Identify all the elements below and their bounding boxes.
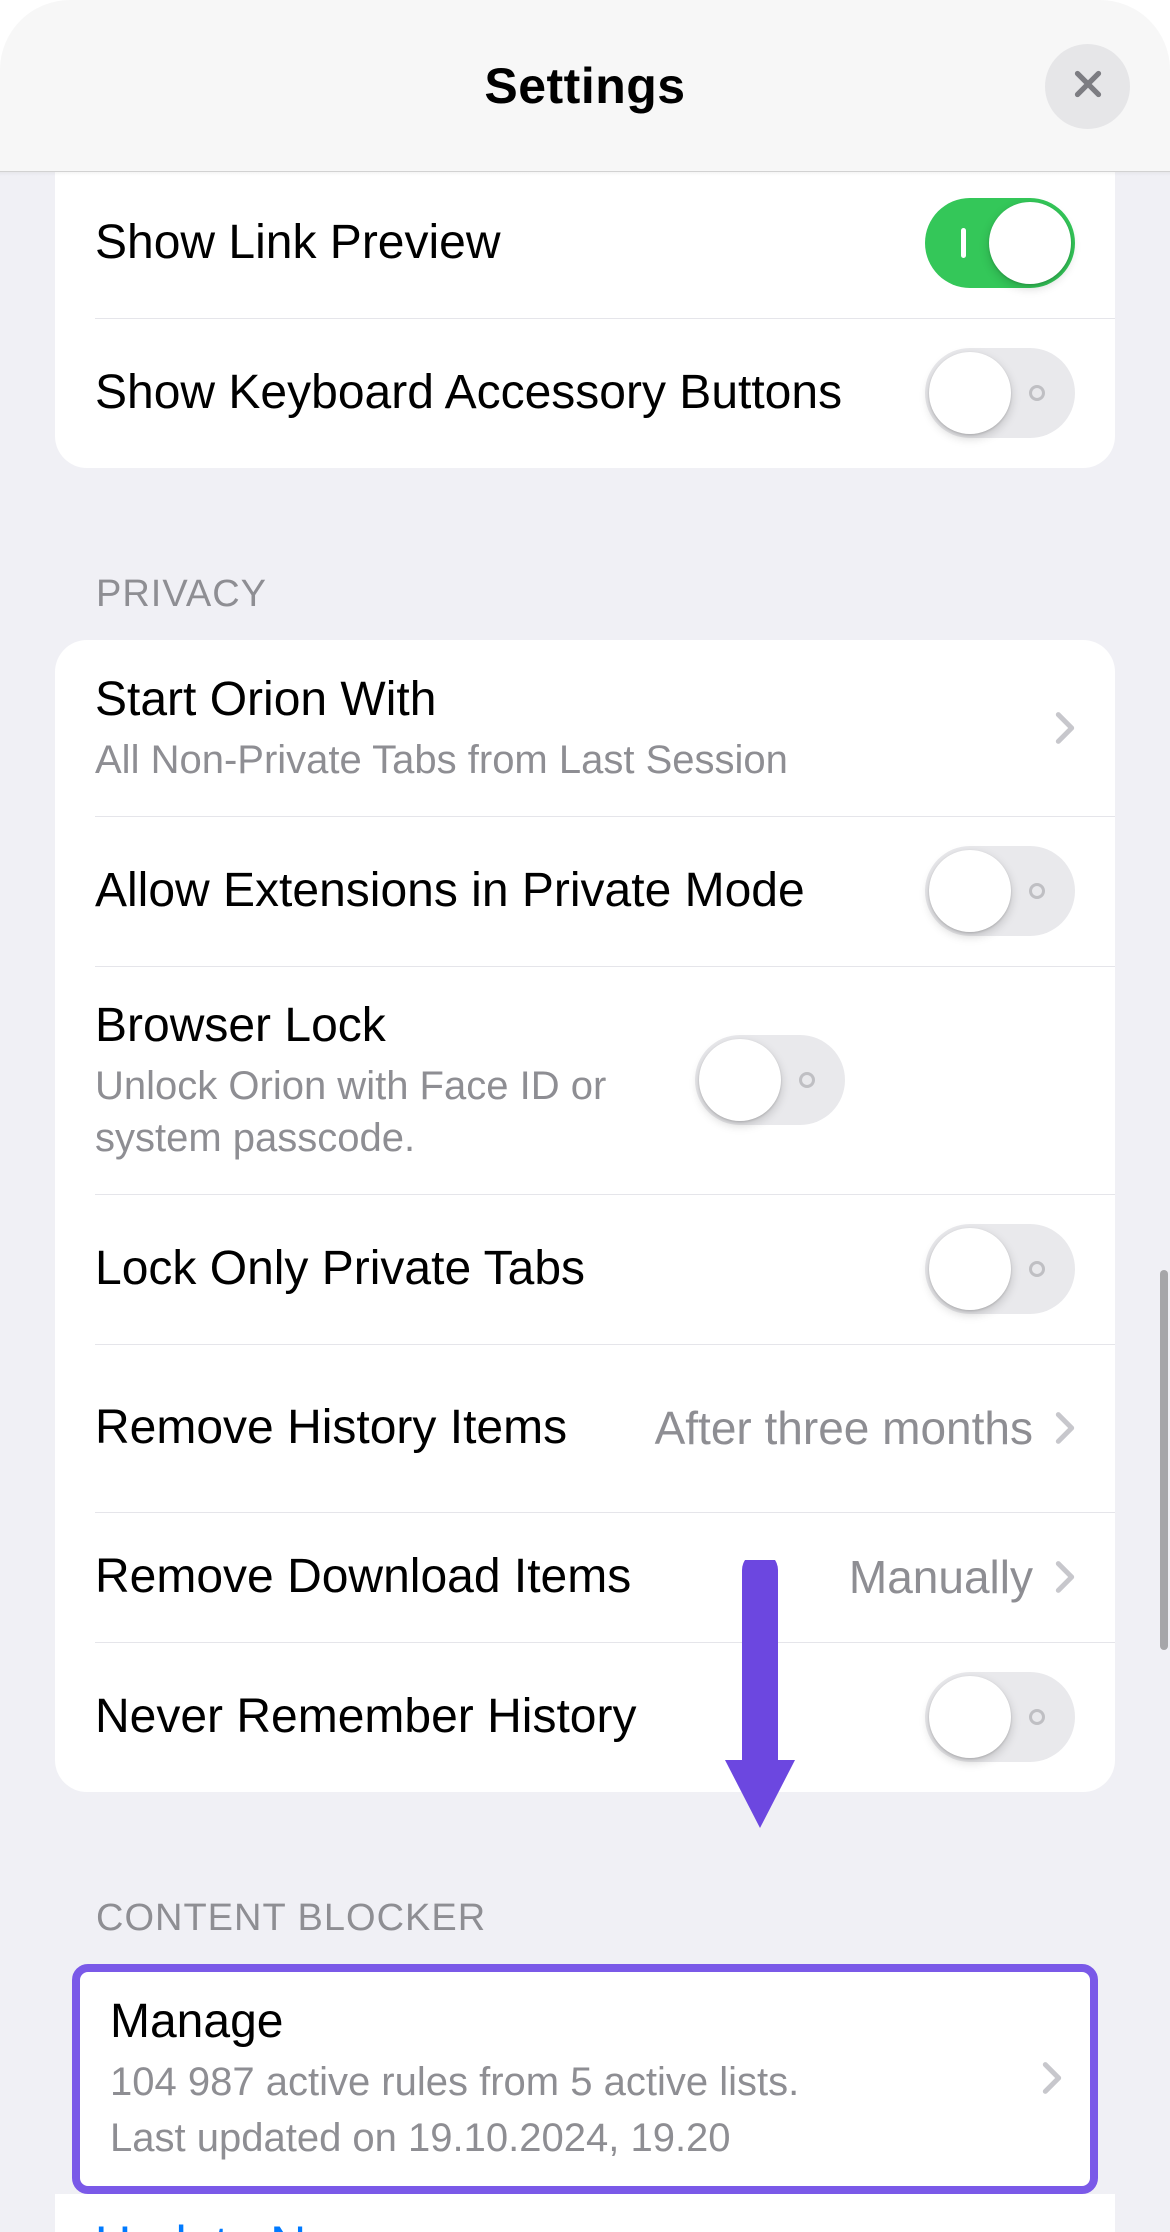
row-subtitle: All Non-Private Tabs from Last Session: [95, 734, 1013, 786]
chevron-right-icon: [1055, 1410, 1075, 1446]
section-header-content-blocker: CONTENT BLOCKER: [0, 1897, 1170, 1940]
row-label: Remove History Items: [95, 1398, 635, 1458]
row-label: Show Link Preview: [95, 213, 905, 273]
row-remove-download-items[interactable]: Remove Download Items Manually: [55, 1512, 1115, 1642]
row-show-link-preview[interactable]: Show Link Preview: [55, 172, 1115, 318]
row-label: Browser Lock: [95, 996, 675, 1056]
row-label: Show Keyboard Accessory Buttons: [95, 363, 905, 423]
row-subtitle: Unlock Orion with Face ID or system pass…: [95, 1060, 675, 1164]
row-allow-extensions-private[interactable]: Allow Extensions in Private Mode: [55, 816, 1115, 966]
content-blocker-actions: Update Now: [55, 2194, 1115, 2232]
row-content-blocker-manage[interactable]: Manage 104 987 active rules from 5 activ…: [80, 1972, 1090, 2186]
close-icon: [1070, 66, 1106, 107]
row-lock-private-only[interactable]: Lock Only Private Tabs: [55, 1194, 1115, 1344]
content-blocker-manage-group: Manage 104 987 active rules from 5 activ…: [72, 1964, 1098, 2194]
toggle-keyboard-accessory[interactable]: [925, 348, 1075, 438]
general-group: Show Link Preview Show Keyboard Accessor…: [55, 172, 1115, 468]
privacy-group: Start Orion With All Non-Private Tabs fr…: [55, 640, 1115, 1792]
row-keyboard-accessory[interactable]: Show Keyboard Accessory Buttons: [55, 318, 1115, 468]
toggle-lock-private-only[interactable]: [925, 1224, 1075, 1314]
row-value: After three months: [655, 1399, 1033, 1457]
row-label: Manage: [110, 1992, 1000, 2052]
row-label: Remove Download Items: [95, 1547, 829, 1607]
row-label: Start Orion With: [95, 670, 1013, 730]
settings-header: Settings: [0, 0, 1170, 172]
row-start-orion-with[interactable]: Start Orion With All Non-Private Tabs fr…: [55, 640, 1115, 816]
row-browser-lock[interactable]: Browser Lock Unlock Orion with Face ID o…: [55, 966, 1115, 1194]
scrollbar[interactable]: [1160, 1270, 1168, 1650]
toggle-browser-lock[interactable]: [695, 1035, 845, 1125]
row-remove-history-items[interactable]: Remove History Items After three months: [55, 1344, 1115, 1512]
row-label: Lock Only Private Tabs: [95, 1239, 905, 1299]
page-title: Settings: [484, 57, 685, 115]
row-never-remember-history[interactable]: Never Remember History: [55, 1642, 1115, 1792]
row-label: Allow Extensions in Private Mode: [95, 861, 905, 921]
action-label: Update Now: [95, 2214, 1095, 2232]
row-subtitle-2: Last updated on 19.10.2024, 19.20: [110, 2112, 1000, 2164]
toggle-link-preview[interactable]: [925, 198, 1075, 288]
section-header-privacy: PRIVACY: [0, 573, 1170, 616]
row-subtitle: 104 987 active rules from 5 active lists…: [110, 2056, 1000, 2108]
close-button[interactable]: [1045, 44, 1130, 129]
chevron-right-icon: [1042, 2060, 1062, 2096]
chevron-right-icon: [1055, 710, 1075, 746]
toggle-extensions-private[interactable]: [925, 846, 1075, 936]
row-value: Manually: [849, 1548, 1033, 1606]
row-update-now[interactable]: Update Now: [55, 2194, 1115, 2232]
toggle-never-remember-history[interactable]: [925, 1672, 1075, 1762]
chevron-right-icon: [1055, 1559, 1075, 1595]
row-label: Never Remember History: [95, 1687, 905, 1747]
